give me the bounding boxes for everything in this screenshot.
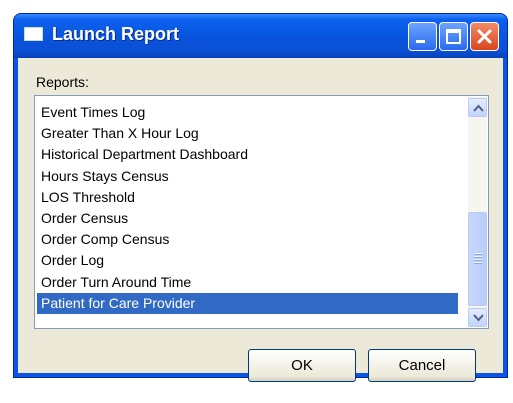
list-item[interactable]: Order Comp Census [37, 229, 458, 250]
dialog-body: Reports: Event Times Log Greater Than X H… [18, 58, 503, 382]
scroll-down-button[interactable] [468, 308, 487, 327]
window-icon [24, 27, 43, 41]
list-item[interactable]: Order Census [37, 208, 458, 229]
cancel-button[interactable]: Cancel [368, 349, 476, 382]
reports-listbox[interactable]: Event Times Log Greater Than X Hour Log Hi… [34, 95, 489, 329]
maximize-button[interactable] [439, 22, 468, 51]
thumb-grip [474, 259, 482, 261]
chevron-down-icon [473, 314, 484, 322]
thumb-grip [474, 256, 482, 258]
window-title: Launch Report [52, 24, 180, 44]
ok-button[interactable]: OK [248, 349, 356, 382]
title-bar[interactable]: Launch Report [14, 14, 507, 58]
thumb-grip [474, 262, 482, 264]
reports-label: Reports: [36, 74, 89, 90]
list-item[interactable]: Historical Department Dashboard [37, 144, 458, 165]
list-item[interactable]: Hours Stays Census [37, 166, 458, 187]
chevron-up-icon [473, 104, 484, 112]
list-item[interactable]: Greater Than X Hour Log [37, 123, 458, 144]
scroll-thumb[interactable] [468, 212, 487, 306]
minimize-icon [416, 40, 425, 43]
close-button[interactable] [470, 22, 499, 51]
thumb-grip [474, 253, 482, 255]
minimize-button[interactable] [408, 22, 437, 51]
list-item[interactable]: Patient for Care Provider [37, 292, 458, 314]
list-item[interactable]: Order Log [37, 250, 458, 271]
vertical-scrollbar[interactable] [468, 97, 487, 327]
list-item[interactable]: Event Times Log [37, 102, 458, 123]
close-icon [477, 29, 492, 44]
maximize-icon [446, 29, 461, 44]
scroll-up-button[interactable] [468, 98, 487, 117]
launch-report-window: Launch Report Reports: Event Times Log Gr… [13, 13, 508, 382]
reports-list: Event Times Log Greater Than X Hour Log Hi… [37, 102, 458, 314]
list-item[interactable]: Order Turn Around Time [37, 272, 458, 293]
list-item[interactable]: LOS Threshold [37, 187, 458, 208]
